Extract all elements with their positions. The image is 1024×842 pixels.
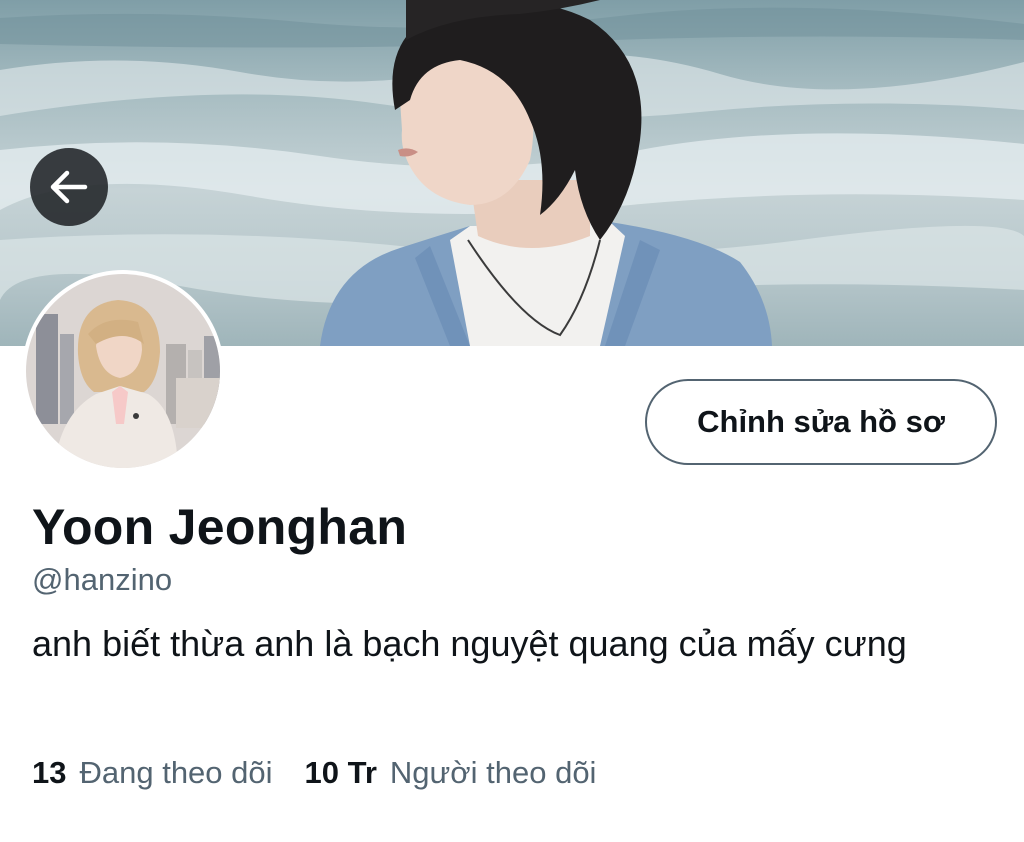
- profile-bio: anh biết thừa anh là bạch nguyệt quang c…: [32, 623, 907, 664]
- user-handle: @hanzino: [32, 562, 173, 597]
- edit-profile-label: Chỉnh sửa hồ sơ: [697, 404, 945, 439]
- arrow-left-icon: [50, 170, 88, 204]
- display-name: Yoon Jeonghan: [32, 499, 408, 555]
- avatar-photo: [26, 274, 220, 468]
- profile-page: Chỉnh sửa hồ sơ Yoon Jeonghan @hanzino a…: [0, 0, 1024, 842]
- avatar[interactable]: [22, 270, 224, 472]
- followers-link[interactable]: 10 Tr Người theo dõi: [305, 755, 597, 791]
- following-label: Đang theo dõi: [79, 755, 273, 790]
- follow-stats: 13 Đang theo dõi 10 Tr Người theo dõi: [32, 755, 596, 791]
- followers-label: Người theo dõi: [389, 755, 597, 790]
- followers-count: 10 Tr: [304, 755, 377, 790]
- following-count: 13: [32, 755, 67, 790]
- edit-profile-button[interactable]: Chỉnh sửa hồ sơ: [645, 379, 997, 465]
- back-button[interactable]: [30, 148, 108, 226]
- following-link[interactable]: 13 Đang theo dõi: [32, 755, 273, 791]
